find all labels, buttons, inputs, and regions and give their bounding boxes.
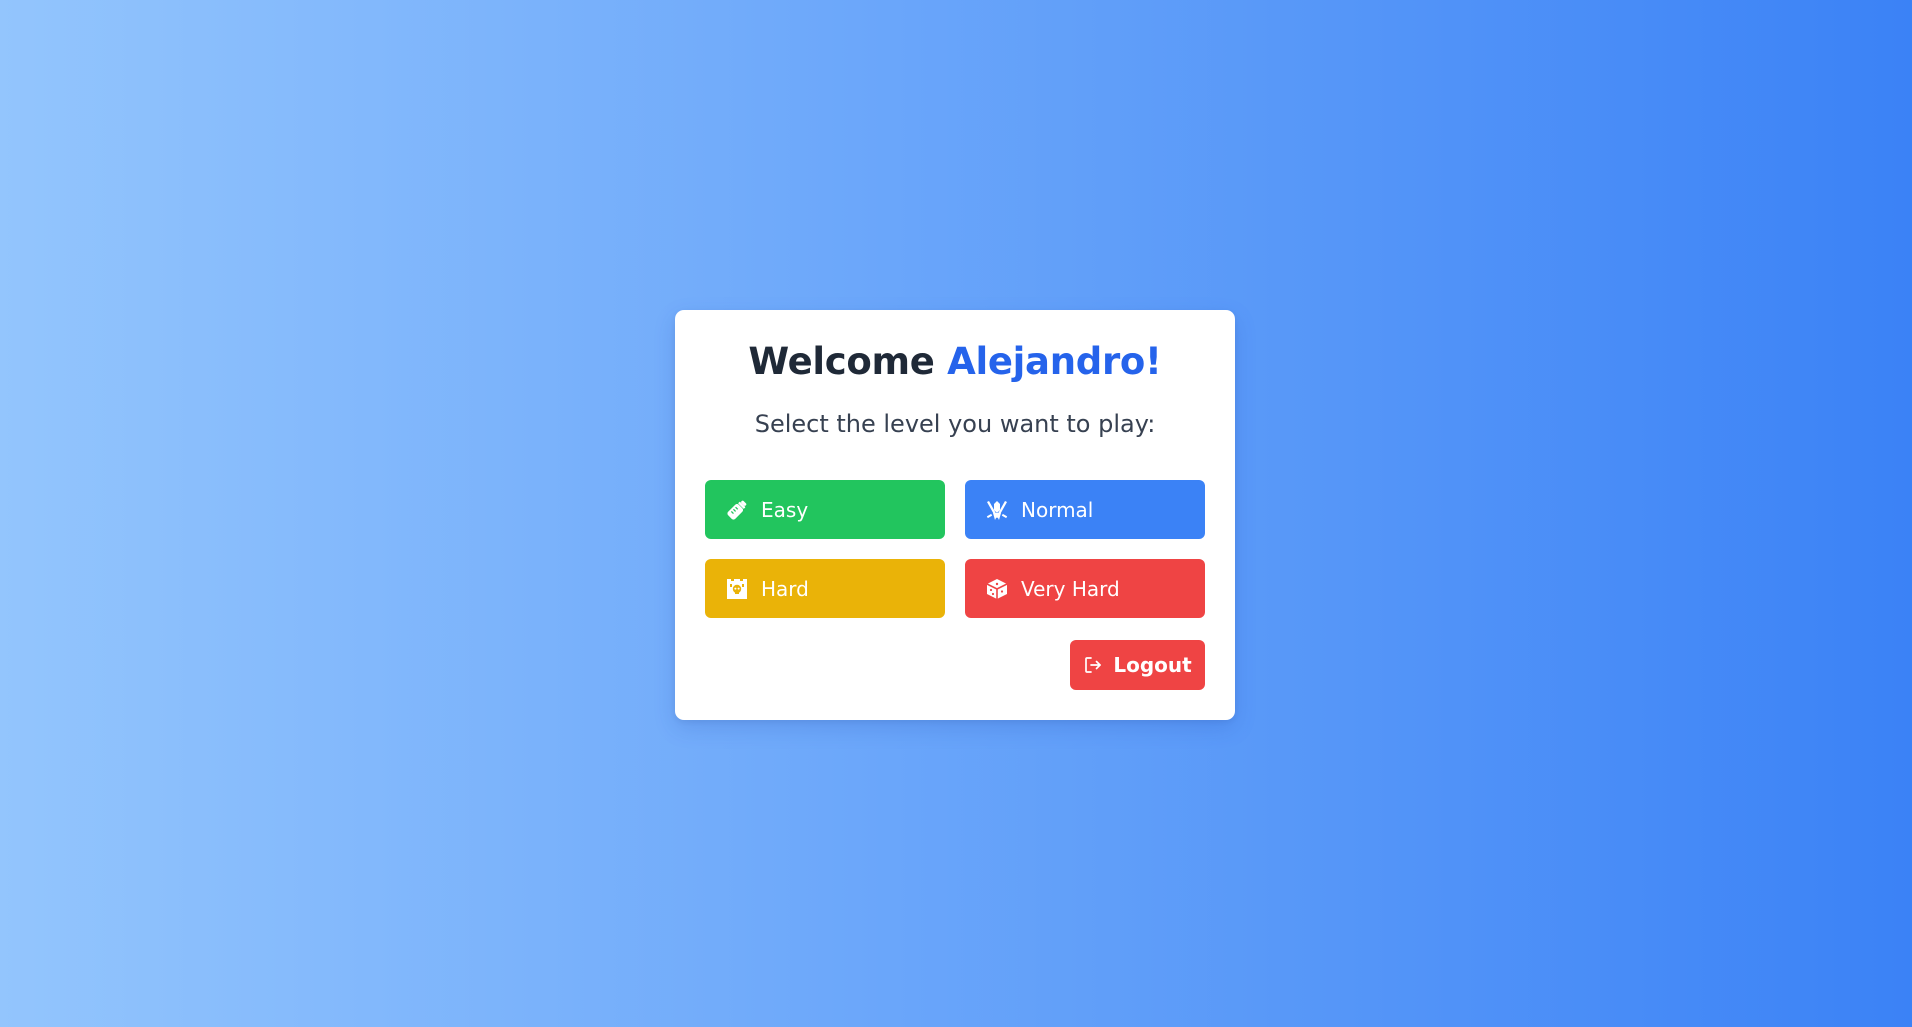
easy-label: Easy	[761, 497, 809, 522]
level-select-card: Welcome Alejandro! Select the level you …	[675, 310, 1235, 720]
logout-label: Logout	[1113, 653, 1192, 677]
welcome-title: Welcome Alejandro!	[705, 310, 1205, 384]
very-hard-button[interactable]: Very Hard	[965, 559, 1205, 618]
logout-icon	[1083, 655, 1103, 675]
easy-button[interactable]: Easy	[705, 480, 945, 539]
hard-label: Hard	[761, 576, 809, 601]
logout-button[interactable]: Logout	[1070, 640, 1205, 690]
level-prompt: Select the level you want to play:	[754, 410, 1156, 438]
user-name: Alejandro!	[947, 340, 1162, 383]
normal-label: Normal	[1021, 497, 1094, 522]
skull-tower-icon	[725, 577, 749, 601]
baby-bottle-icon	[725, 498, 749, 522]
level-grid: Easy Normal Hard Very Hard	[705, 480, 1205, 618]
very-hard-label: Very Hard	[1021, 576, 1120, 601]
normal-button[interactable]: Normal	[965, 480, 1205, 539]
crossed-swords-icon	[985, 498, 1009, 522]
cube-icon	[985, 577, 1009, 601]
hard-button[interactable]: Hard	[705, 559, 945, 618]
welcome-prefix: Welcome	[748, 340, 935, 383]
